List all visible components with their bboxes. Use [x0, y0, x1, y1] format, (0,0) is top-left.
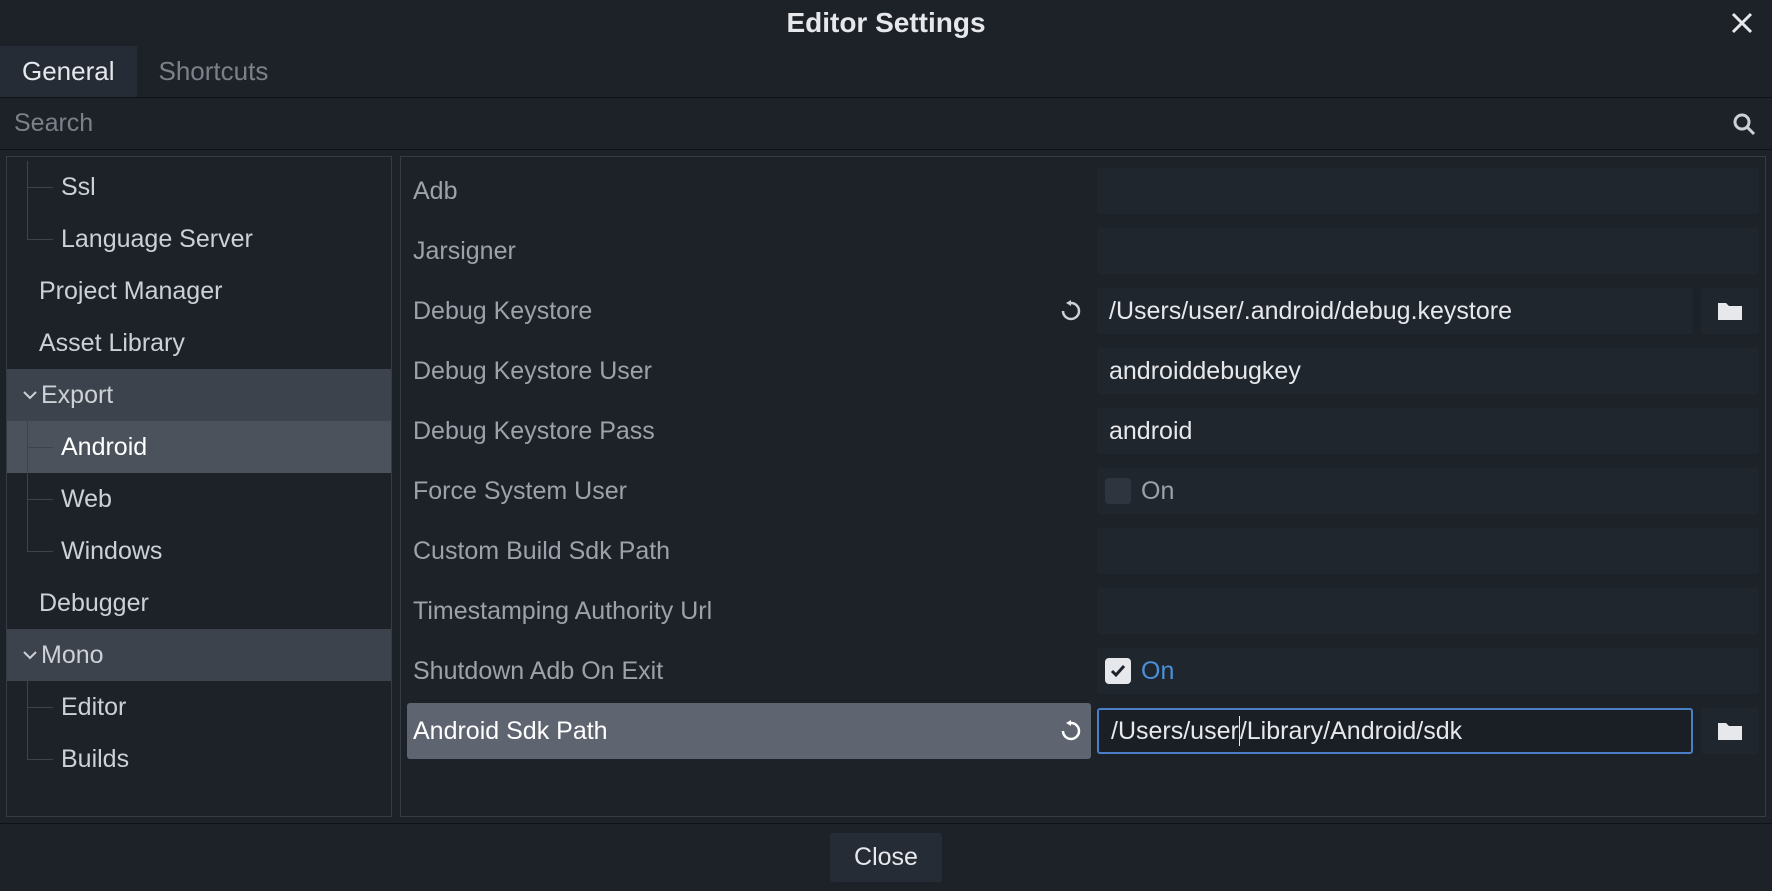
window-title: Editor Settings [786, 7, 985, 39]
on-label: On [1141, 657, 1174, 686]
folder-button[interactable] [1701, 708, 1759, 754]
tree-label: Editor [61, 693, 126, 722]
prop-value-adb[interactable] [1097, 168, 1759, 214]
tree-label: Asset Library [39, 329, 185, 358]
prop-value-timestamping-authority-url[interactable] [1097, 588, 1759, 634]
search-icon[interactable] [1730, 110, 1758, 138]
tree-label: Web [61, 485, 112, 514]
prop-label-debug-keystore: Debug Keystore [407, 283, 1091, 339]
close-icon[interactable] [1726, 7, 1758, 39]
chevron-down-icon[interactable] [21, 648, 39, 662]
prop-value-shutdown-adb-on-exit[interactable]: On [1097, 648, 1759, 694]
prop-value-debug-keystore-pass[interactable]: android [1097, 408, 1759, 454]
tree-label: Language Server [61, 225, 253, 254]
tree-item-ssl[interactable]: Ssl [7, 161, 391, 213]
tree-item-mono[interactable]: Mono [7, 629, 391, 681]
tabs: General Shortcuts [0, 46, 1772, 98]
checkbox-checked-icon[interactable] [1105, 658, 1131, 684]
tab-shortcuts[interactable]: Shortcuts [137, 46, 291, 97]
prop-label-adb: Adb [407, 163, 1091, 219]
prop-label-shutdown-adb-on-exit: Shutdown Adb On Exit [407, 643, 1091, 699]
prop-label-custom-build-sdk-path: Custom Build Sdk Path [407, 523, 1091, 579]
sidebar: Ssl Language Server Project Manager Asse… [6, 156, 392, 817]
tree-item-builds[interactable]: Builds [7, 733, 391, 785]
label-text: Debug Keystore [413, 297, 592, 326]
properties-panel: Adb Jarsigner Debug Keystore /Users/user… [400, 156, 1766, 817]
tree-label: Android [61, 433, 147, 462]
chevron-down-icon[interactable] [21, 388, 39, 402]
text-pre: /Users/user [1111, 717, 1239, 746]
prop-value-debug-keystore[interactable]: /Users/user/.android/debug.keystore [1097, 288, 1693, 334]
tree-item-export[interactable]: Export [7, 369, 391, 421]
tree-item-asset-library[interactable]: Asset Library [7, 317, 391, 369]
on-label: On [1141, 477, 1174, 506]
search-input[interactable] [14, 109, 1730, 138]
tree-item-android[interactable]: Android [7, 421, 391, 473]
prop-label-jarsigner: Jarsigner [407, 223, 1091, 279]
tree-item-editor[interactable]: Editor [7, 681, 391, 733]
tree-label: Builds [61, 745, 129, 774]
prop-value-debug-keystore-user[interactable]: androiddebugkey [1097, 348, 1759, 394]
tab-general[interactable]: General [0, 46, 137, 97]
tree-item-language-server[interactable]: Language Server [7, 213, 391, 265]
close-button[interactable]: Close [830, 833, 942, 882]
tree-item-project-manager[interactable]: Project Manager [7, 265, 391, 317]
prop-label-force-system-user: Force System User [407, 463, 1091, 519]
prop-label-android-sdk-path: Android Sdk Path [407, 703, 1091, 759]
prop-label-debug-keystore-user: Debug Keystore User [407, 343, 1091, 399]
tree-label: Windows [61, 537, 162, 566]
prop-value-jarsigner[interactable] [1097, 228, 1759, 274]
tree-label: Project Manager [39, 277, 222, 306]
tree-label: Export [41, 381, 113, 410]
tree-label: Debugger [39, 589, 149, 618]
tree-label: Mono [41, 641, 104, 670]
tree-item-debugger[interactable]: Debugger [7, 577, 391, 629]
reset-icon[interactable] [1059, 719, 1083, 743]
label-text: Android Sdk Path [413, 717, 608, 746]
checkbox-icon[interactable] [1105, 478, 1131, 504]
tree-item-web[interactable]: Web [7, 473, 391, 525]
prop-value-force-system-user[interactable]: On [1097, 468, 1759, 514]
prop-value-android-sdk-path[interactable]: /Users/user/Library/Android/sdk [1097, 708, 1693, 754]
text-post: /Library/Android/sdk [1240, 717, 1462, 746]
prop-value-custom-build-sdk-path[interactable] [1097, 528, 1759, 574]
reset-icon[interactable] [1059, 299, 1083, 323]
folder-button[interactable] [1701, 288, 1759, 334]
prop-label-timestamping-authority-url: Timestamping Authority Url [407, 583, 1091, 639]
tree-label: Ssl [61, 173, 96, 202]
prop-label-debug-keystore-pass: Debug Keystore Pass [407, 403, 1091, 459]
tree-item-windows[interactable]: Windows [7, 525, 391, 577]
